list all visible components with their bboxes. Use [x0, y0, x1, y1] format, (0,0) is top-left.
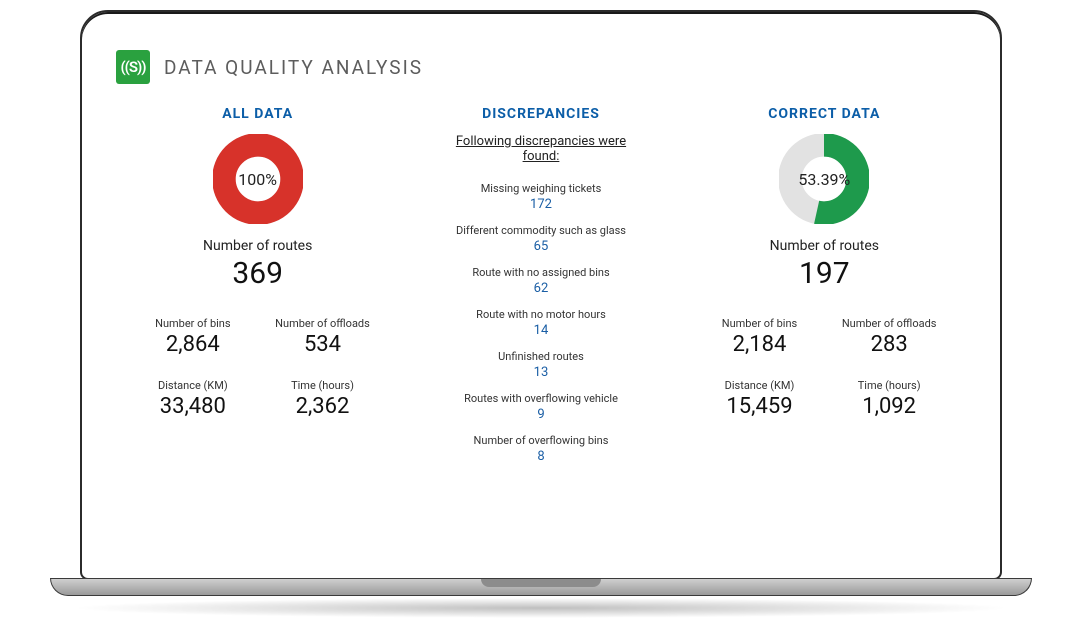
page-title: DATA QUALITY ANALYSIS	[164, 56, 423, 79]
correct-data-donut-chart: 53.39%	[779, 134, 869, 224]
discrepancy-label: Different commodity such as glass	[409, 224, 672, 237]
laptop-base	[50, 578, 1032, 596]
correct-data-distance-metric: Distance (KM) 15,459	[707, 379, 813, 419]
discrepancy-value: 172	[409, 197, 672, 212]
correct-data-routes-label: Number of routes	[693, 238, 956, 254]
discrepancy-item: Missing weighing tickets 172	[409, 182, 672, 212]
metric-label: Number of bins	[140, 317, 246, 330]
metric-label: Distance (KM)	[707, 379, 813, 392]
discrepancy-item: Route with no motor hours 14	[409, 308, 672, 338]
metric-value: 283	[836, 332, 942, 357]
all-data-routes-value: 369	[126, 256, 389, 291]
metric-value: 2,362	[270, 394, 376, 419]
discrepancies-column: DISCREPANCIES Following discrepancies we…	[399, 106, 682, 476]
correct-data-routes-value: 197	[693, 256, 956, 291]
discrepancy-value: 8	[409, 449, 672, 464]
all-data-distance-metric: Distance (KM) 33,480	[140, 379, 246, 419]
all-data-time-metric: Time (hours) 2,362	[270, 379, 376, 419]
metric-label: Time (hours)	[836, 379, 942, 392]
metric-value: 1,092	[836, 394, 942, 419]
correct-data-column: CORRECT DATA 53.39% Number of routes 197…	[683, 106, 966, 476]
discrepancy-label: Missing weighing tickets	[409, 182, 672, 195]
header: ((S)) DATA QUALITY ANALYSIS	[116, 38, 966, 88]
metric-label: Number of offloads	[836, 317, 942, 330]
discrepancy-value: 62	[409, 281, 672, 296]
all-data-routes-label: Number of routes	[126, 238, 389, 254]
discrepancy-item: Different commodity such as glass 65	[409, 224, 672, 254]
all-data-bins-metric: Number of bins 2,864	[140, 317, 246, 357]
correct-data-metric-grid: Number of bins 2,184 Number of offloads …	[693, 317, 956, 419]
all-data-metric-grid: Number of bins 2,864 Number of offloads …	[126, 317, 389, 419]
metric-value: 33,480	[140, 394, 246, 419]
metric-label: Number of bins	[707, 317, 813, 330]
discrepancy-item: Route with no assigned bins 62	[409, 266, 672, 296]
brand-logo-icon: ((S))	[116, 50, 150, 84]
discrepancy-value: 13	[409, 365, 672, 380]
laptop-shadow	[70, 598, 1012, 618]
all-data-pct-label: 100%	[213, 134, 303, 224]
laptop-frame: ((S)) DATA QUALITY ANALYSIS ALL DATA 100…	[80, 10, 1002, 580]
all-data-donut-chart: 100%	[213, 134, 303, 224]
all-data-heading: ALL DATA	[126, 106, 389, 122]
discrepancy-item: Routes with overflowing vehicle 9	[409, 392, 672, 422]
metric-value: 15,459	[707, 394, 813, 419]
correct-data-offloads-metric: Number of offloads 283	[836, 317, 942, 357]
discrepancies-list: Missing weighing tickets 172 Different com…	[409, 182, 672, 464]
discrepancy-label: Unfinished routes	[409, 350, 672, 363]
discrepancy-label: Routes with overflowing vehicle	[409, 392, 672, 405]
columns-container: ALL DATA 100% Number of routes 369 Numbe…	[116, 88, 966, 476]
discrepancies-subheading: Following discrepancies were found:	[436, 134, 646, 164]
discrepancy-item: Number of overflowing bins 8	[409, 434, 672, 464]
discrepancies-heading: DISCREPANCIES	[409, 106, 672, 122]
discrepancy-label: Number of overflowing bins	[409, 434, 672, 447]
metric-label: Number of offloads	[270, 317, 376, 330]
discrepancy-value: 9	[409, 407, 672, 422]
discrepancy-label: Route with no motor hours	[409, 308, 672, 321]
discrepancy-value: 65	[409, 239, 672, 254]
discrepancy-value: 14	[409, 323, 672, 338]
metric-value: 2,184	[707, 332, 813, 357]
metric-label: Time (hours)	[270, 379, 376, 392]
dashboard-screen: ((S)) DATA QUALITY ANALYSIS ALL DATA 100…	[116, 38, 966, 568]
correct-data-bins-metric: Number of bins 2,184	[707, 317, 813, 357]
discrepancy-label: Route with no assigned bins	[409, 266, 672, 279]
all-data-offloads-metric: Number of offloads 534	[270, 317, 376, 357]
all-data-column: ALL DATA 100% Number of routes 369 Numbe…	[116, 106, 399, 476]
metric-label: Distance (KM)	[140, 379, 246, 392]
correct-data-time-metric: Time (hours) 1,092	[836, 379, 942, 419]
metric-value: 2,864	[140, 332, 246, 357]
correct-data-heading: CORRECT DATA	[693, 106, 956, 122]
discrepancy-item: Unfinished routes 13	[409, 350, 672, 380]
correct-data-pct-label: 53.39%	[779, 134, 869, 224]
metric-value: 534	[270, 332, 376, 357]
